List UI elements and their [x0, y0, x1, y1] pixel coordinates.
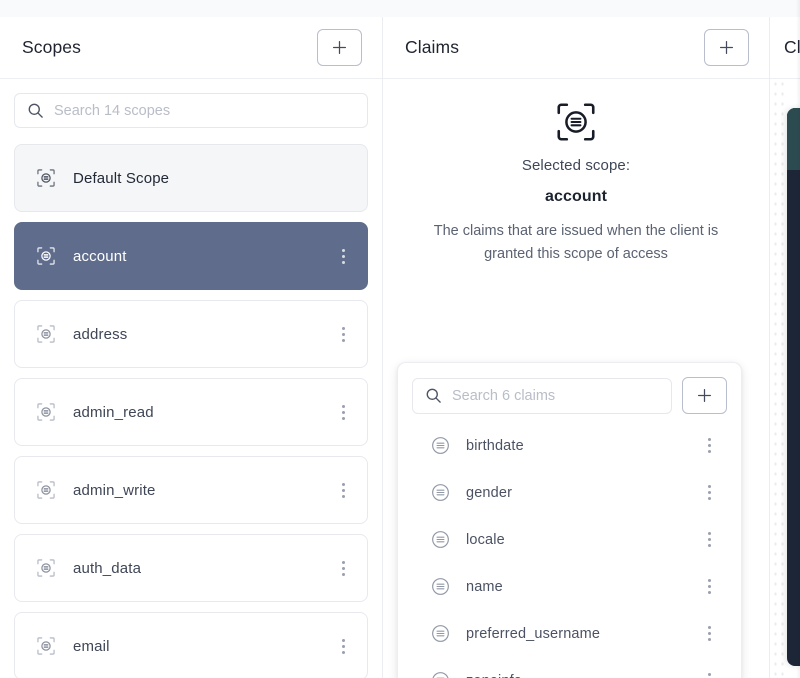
- scope-row[interactable]: address: [14, 300, 368, 368]
- scope-row-selected[interactable]: account: [14, 222, 368, 290]
- scopes-claims-screen: Scopes: [0, 0, 800, 678]
- claim-row-menu-button[interactable]: [699, 433, 719, 459]
- scope-label: address: [73, 326, 333, 343]
- claim-row[interactable]: name: [412, 563, 727, 610]
- claim-label: preferred_username: [466, 626, 699, 642]
- scope-icon: [35, 479, 57, 501]
- top-ambient-strip: [0, 0, 800, 17]
- scope-icon: [35, 245, 57, 267]
- claim-icon: [430, 670, 451, 678]
- scope-row-menu-button[interactable]: [333, 243, 353, 269]
- third-panel-peek: Cla: [770, 17, 800, 678]
- claim-row[interactable]: birthdate: [412, 422, 727, 469]
- claim-label: birthdate: [466, 438, 699, 454]
- scope-row-menu-button[interactable]: [333, 399, 353, 425]
- selected-scope-description: The claims that are issued when the clie…: [421, 220, 731, 267]
- claim-label: gender: [466, 485, 699, 501]
- claim-label: locale: [466, 532, 699, 548]
- claims-search-input[interactable]: [452, 388, 661, 404]
- claims-card: birthdate: [397, 362, 742, 678]
- claims-panel-body: Selected scope: account The claims that …: [383, 79, 769, 678]
- search-icon: [27, 102, 44, 119]
- claim-icon: [430, 576, 451, 597]
- selected-scope-caption: Selected scope:: [409, 157, 743, 174]
- add-claim-button[interactable]: [704, 29, 749, 66]
- claim-row[interactable]: locale: [412, 516, 727, 563]
- add-claim-inline-button[interactable]: [682, 377, 727, 414]
- scopes-panel-body: Default Scope: [0, 79, 382, 678]
- claim-icon: [430, 623, 451, 644]
- scope-row[interactable]: auth_data: [14, 534, 368, 602]
- scope-row-menu-button[interactable]: [333, 555, 353, 581]
- claim-row-menu-button[interactable]: [699, 527, 719, 553]
- scope-label: admin_write: [73, 482, 333, 499]
- claim-icon: [430, 435, 451, 456]
- scope-label: admin_read: [73, 404, 333, 421]
- scope-label: Default Scope: [73, 170, 353, 187]
- scope-icon: [409, 99, 743, 145]
- plus-icon: [331, 39, 348, 56]
- claims-panel-header: Claims: [383, 17, 769, 79]
- claims-panel-content: Selected scope: account The claims that …: [383, 79, 769, 678]
- claims-card-toolbar: [412, 377, 727, 414]
- scope-label: account: [73, 248, 333, 265]
- claim-row[interactable]: preferred_username: [412, 610, 727, 657]
- detail-card-header: [787, 108, 800, 170]
- claims-panel-title: Claims: [405, 37, 459, 58]
- claim-row-menu-button[interactable]: [699, 480, 719, 506]
- scope-icon: [35, 557, 57, 579]
- scopes-list[interactable]: Default Scope: [0, 136, 382, 678]
- third-panel-header: Cla: [770, 17, 800, 79]
- scopes-panel: Scopes: [0, 17, 383, 678]
- claim-label: name: [466, 579, 699, 595]
- claim-label: zoneinfo: [466, 673, 699, 678]
- scope-icon: [35, 167, 57, 189]
- claim-row[interactable]: gender: [412, 469, 727, 516]
- third-panel-body: [770, 79, 800, 678]
- scope-row-menu-button[interactable]: [333, 633, 353, 659]
- claim-row[interactable]: zoneinfo: [412, 657, 727, 678]
- search-icon: [425, 387, 442, 404]
- detail-card[interactable]: [787, 108, 800, 666]
- scope-row-menu-button[interactable]: [333, 477, 353, 503]
- scopes-search-field[interactable]: [14, 93, 368, 128]
- scopes-panel-title: Scopes: [22, 37, 81, 58]
- claims-search-field[interactable]: [412, 378, 672, 414]
- plus-icon: [718, 39, 735, 56]
- scope-row[interactable]: Default Scope: [14, 144, 368, 212]
- scope-label: auth_data: [73, 560, 333, 577]
- claim-row-menu-button[interactable]: [699, 574, 719, 600]
- scopes-search-input[interactable]: [54, 103, 357, 119]
- selected-scope-block: Selected scope: account The claims that …: [383, 99, 769, 267]
- scope-label: email: [73, 638, 333, 655]
- scope-row[interactable]: admin_read: [14, 378, 368, 446]
- add-scope-button[interactable]: [317, 29, 362, 66]
- scope-icon: [35, 323, 57, 345]
- plus-icon: [696, 387, 713, 404]
- panels-container: Scopes: [0, 17, 800, 678]
- selected-scope-name: account: [409, 188, 743, 206]
- scope-row[interactable]: admin_write: [14, 456, 368, 524]
- scope-row[interactable]: email: [14, 612, 368, 678]
- third-panel-title: Cla: [784, 37, 800, 58]
- claim-icon: [430, 482, 451, 503]
- claims-panel: Claims: [383, 17, 770, 678]
- scopes-search-wrapper: [0, 79, 382, 136]
- claim-row-menu-button[interactable]: [699, 621, 719, 647]
- scope-icon: [35, 635, 57, 657]
- scope-row-menu-button[interactable]: [333, 321, 353, 347]
- scopes-panel-header: Scopes: [0, 17, 382, 79]
- dotted-pattern: [772, 79, 786, 678]
- claim-icon: [430, 529, 451, 550]
- scope-icon: [35, 401, 57, 423]
- claim-row-menu-button[interactable]: [699, 668, 719, 678]
